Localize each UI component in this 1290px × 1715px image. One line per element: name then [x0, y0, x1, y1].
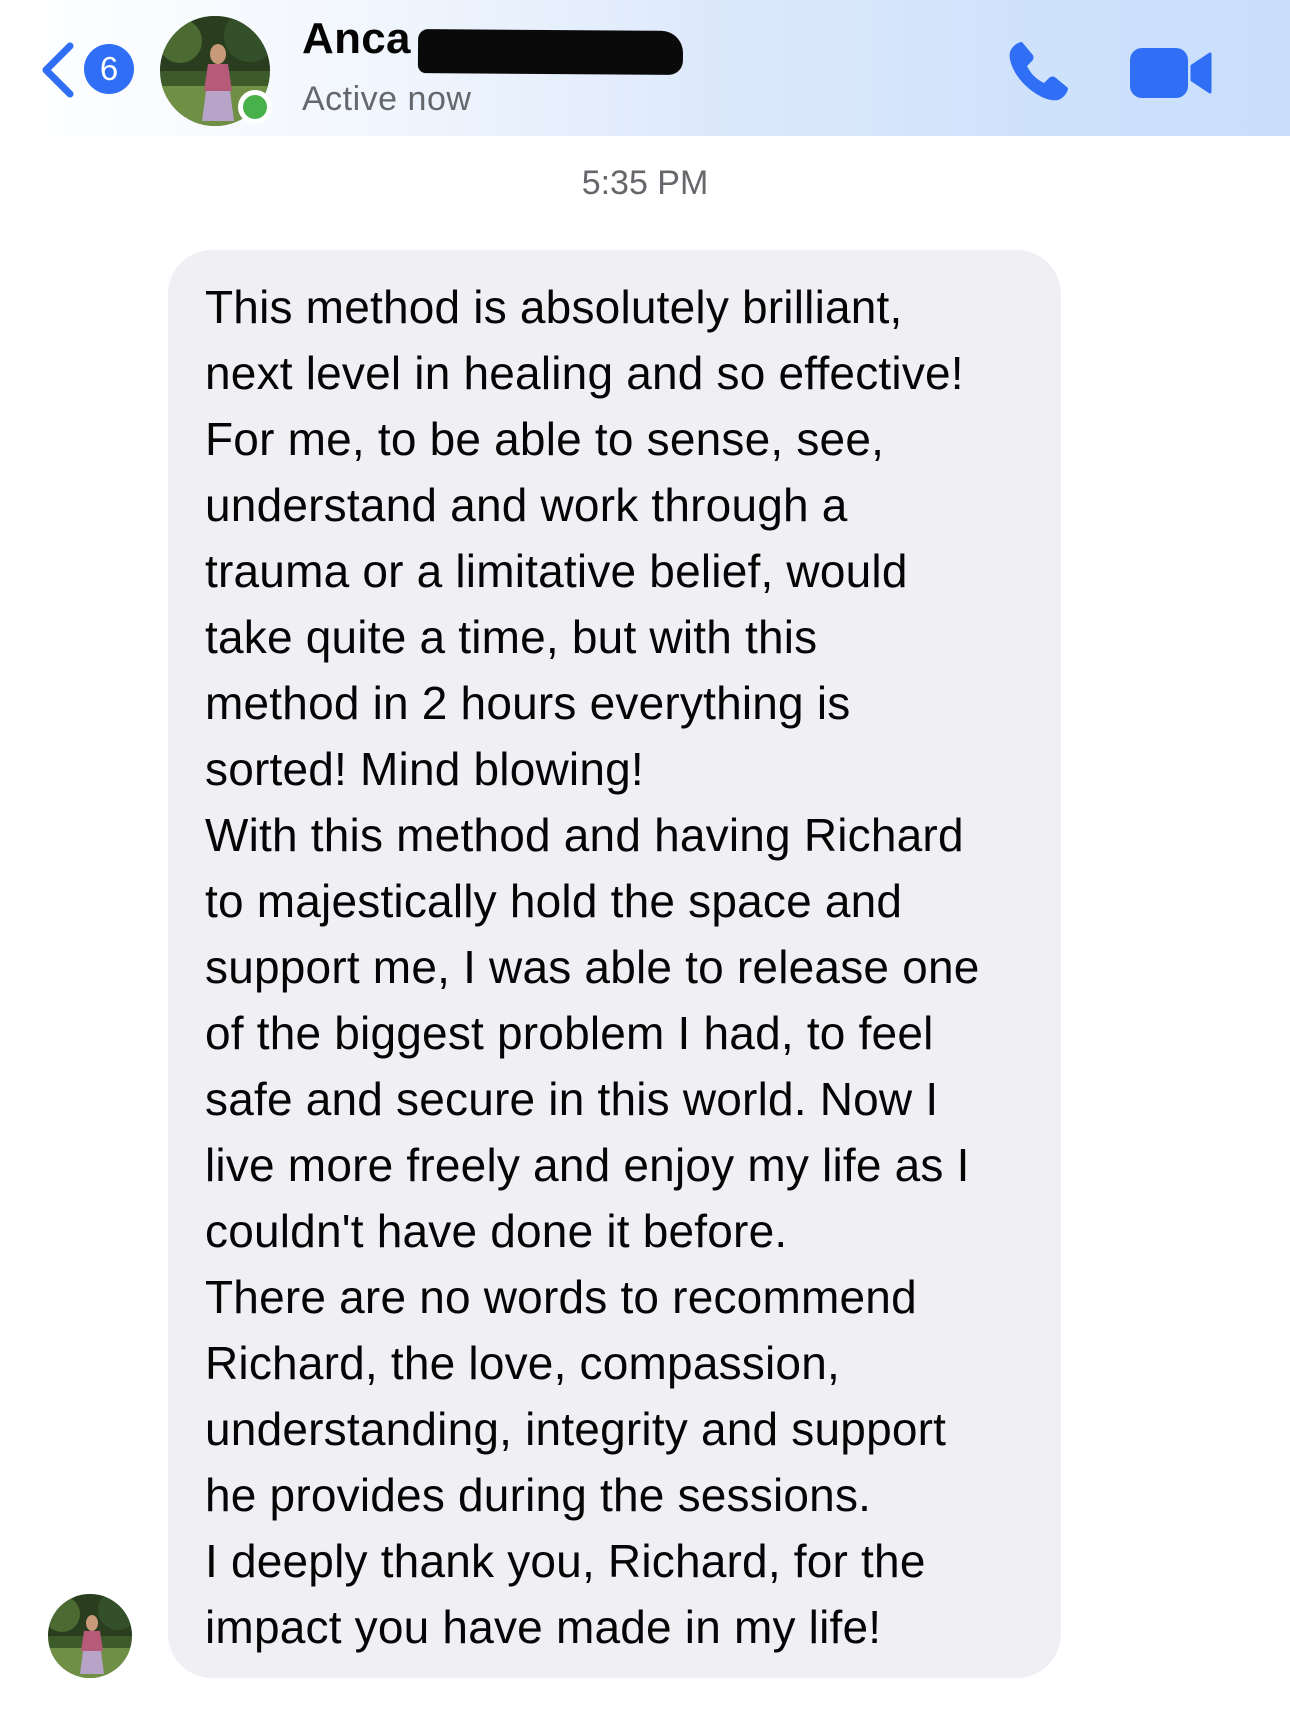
message-line: next level in healing and so effective!: [205, 347, 964, 399]
contact-avatar[interactable]: [160, 16, 272, 126]
message-line: of the biggest problem I had, to feel: [205, 1007, 934, 1059]
unread-count-badge: 6: [84, 44, 134, 94]
message-line: safe and secure in this world. Now I: [205, 1073, 939, 1125]
message-line: understanding, integrity and support: [205, 1403, 947, 1455]
message-line: With this method and having Richard: [205, 809, 964, 861]
online-status-dot: [238, 90, 272, 124]
video-call-button[interactable]: [1130, 44, 1212, 102]
active-status: Active now: [302, 80, 472, 118]
chevron-left-icon: [42, 42, 74, 98]
video-camera-icon: [1130, 48, 1212, 98]
redaction-mark: [417, 29, 684, 75]
contact-name[interactable]: Anca: [302, 14, 411, 64]
message-line: I deeply thank you, Richard, for the: [205, 1535, 926, 1587]
message-line: he provides during the sessions.: [205, 1469, 872, 1521]
phone-icon: [1009, 42, 1068, 101]
message-line: couldn't have done it before.: [205, 1205, 788, 1257]
message-line: live more freely and enjoy my life as I: [205, 1139, 970, 1191]
message-line: take quite a time, but with this: [205, 611, 818, 663]
sender-avatar[interactable]: [48, 1594, 132, 1678]
message-line: impact you have made in my life!: [205, 1601, 882, 1653]
message-line: This method is absolutely brilliant,: [205, 281, 903, 333]
back-button[interactable]: 6: [38, 38, 138, 102]
message-line: There are no words to recommend: [205, 1271, 917, 1323]
message-line: sorted! Mind blowing!: [205, 743, 644, 795]
message-line: understand and work through a: [205, 479, 848, 531]
chat-header: 6 Anca Active now: [0, 0, 1290, 136]
audio-call-button[interactable]: [1002, 36, 1074, 108]
message-line: Richard, the love, compassion,: [205, 1337, 840, 1389]
message-line: support me, I was able to release one: [205, 941, 980, 993]
message-line: For me, to be able to sense, see,: [205, 413, 885, 465]
incoming-message-bubble[interactable]: This method is absolutely brilliant, nex…: [168, 250, 1061, 1678]
message-line: method in 2 hours everything is: [205, 677, 851, 729]
message-timestamp: 5:35 PM: [581, 164, 709, 202]
avatar-photo: [48, 1594, 132, 1678]
message-line: to majestically hold the space and: [205, 875, 903, 927]
message-line: trauma or a limitative belief, would: [205, 545, 908, 597]
